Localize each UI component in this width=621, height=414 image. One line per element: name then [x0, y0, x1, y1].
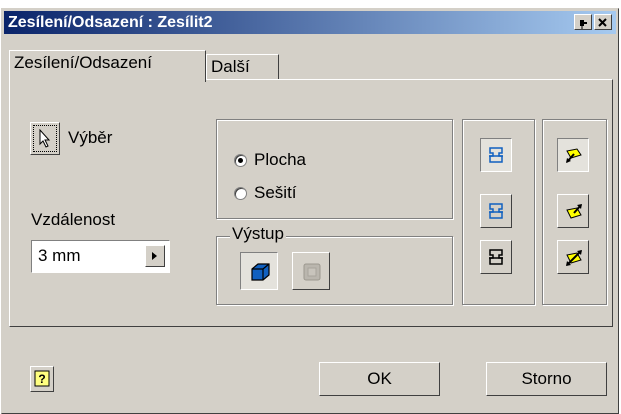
option-plocha-label: Plocha	[254, 150, 306, 169]
cancel-button[interactable]: Storno	[486, 362, 607, 396]
arrow-right-icon	[152, 252, 157, 260]
distance-label: Vzdálenost	[31, 210, 116, 229]
surface-icon	[303, 263, 321, 281]
direction-symmetric-button[interactable]	[557, 240, 589, 274]
cancel-label: Storno	[521, 369, 572, 388]
direction-side1-icon	[566, 148, 582, 163]
tab-label: Zesílení/Odsazení	[14, 53, 152, 72]
blend-off-icon	[489, 249, 503, 265]
ok-label: OK	[367, 369, 392, 388]
ok-button[interactable]: OK	[319, 362, 440, 396]
direction-symmetric-icon	[566, 250, 582, 266]
blend-automatic-button[interactable]	[480, 138, 512, 172]
radio-plocha[interactable]	[234, 154, 247, 167]
title-bar[interactable]: Zesílení/Odsazení : Zesílit2	[4, 11, 616, 34]
output-label: Výstup	[230, 224, 286, 244]
help-button[interactable]: ?	[30, 366, 54, 392]
output-surface-button[interactable]	[292, 252, 330, 290]
window-title: Zesílení/Odsazení : Zesílit2	[8, 14, 213, 31]
distance-arrow-button[interactable]	[145, 245, 165, 267]
option-seseti-label: Sešití	[254, 183, 297, 202]
cursor-arrow-icon	[39, 129, 51, 148]
direction-side2-button[interactable]	[557, 194, 589, 228]
distance-value: 3 mm	[38, 246, 81, 265]
output-solid-button[interactable]	[240, 252, 278, 290]
direction-side1-button[interactable]	[557, 138, 589, 172]
close-button[interactable]	[594, 14, 612, 30]
select-button[interactable]	[30, 122, 60, 155]
blend-off-button[interactable]	[480, 240, 512, 274]
pin-button[interactable]	[574, 14, 592, 30]
blend-on-button[interactable]	[480, 194, 512, 228]
solid-icon	[251, 263, 270, 281]
direction-side2-icon	[566, 204, 582, 219]
tab-more[interactable]: Další	[206, 54, 279, 80]
tab-thicken-offset[interactable]: Zesílení/Odsazení	[9, 50, 206, 82]
blend-on-icon	[489, 203, 503, 219]
dialog-window: Zesílení/Odsazení : Zesílit2 Zesílení/Od…	[1, 8, 619, 414]
blend-automatic-icon	[489, 147, 503, 163]
tab-label: Další	[211, 57, 250, 76]
svg-text:?: ?	[38, 372, 45, 386]
selection-label: Výběr	[68, 128, 113, 147]
close-icon	[598, 18, 607, 27]
help-icon: ?	[34, 370, 50, 387]
mode-group	[216, 119, 453, 219]
distance-field[interactable]: 3 mm	[31, 240, 170, 273]
radio-seseti[interactable]	[234, 187, 247, 200]
pin-icon	[580, 20, 587, 29]
